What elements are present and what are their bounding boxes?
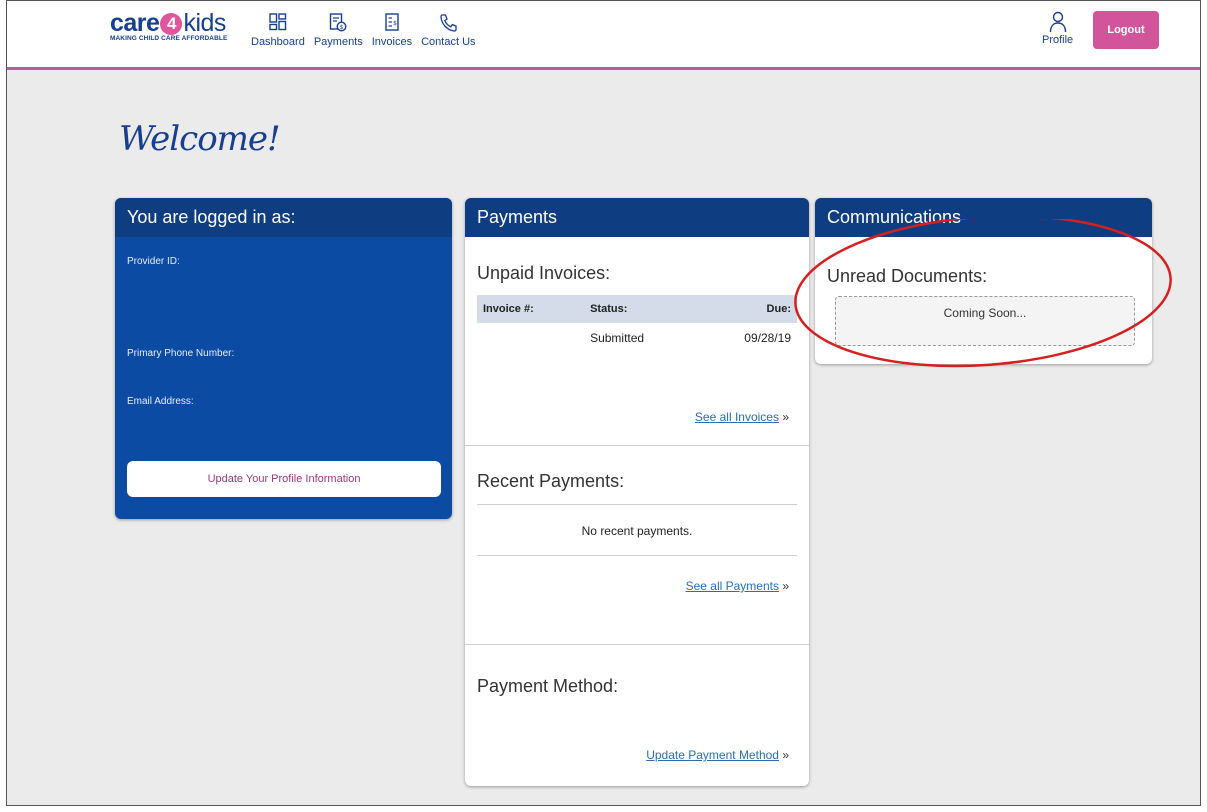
communications-card-title: Communications (815, 198, 1152, 237)
recent-divider-top (477, 504, 797, 505)
provider-id-label: Provider ID: (127, 256, 180, 267)
see-payments-row: See all Payments » (686, 579, 789, 593)
col-invoice-number: Invoice #: (477, 295, 585, 323)
unpaid-invoices-table: Invoice #: Status: Due: Submitted 09/28/… (477, 295, 797, 353)
email-label: Email Address: (127, 396, 194, 407)
payments-icon: $ (330, 13, 347, 32)
coming-soon-box: Coming Soon... (835, 296, 1135, 346)
update-profile-button[interactable]: Update Your Profile Information (127, 461, 441, 497)
logo-four-badge: 4 (160, 13, 183, 35)
col-due: Due: (696, 295, 797, 323)
svg-text:$: $ (340, 24, 344, 31)
invoices-icon: $ (385, 13, 399, 31)
payment-method-title: Payment Method: (477, 676, 619, 696)
section-divider (465, 445, 809, 446)
nav-invoices[interactable]: $ Invoices (372, 13, 412, 48)
logo-care: care (110, 9, 160, 37)
profile-label: Profile (1042, 34, 1074, 46)
main-nav: Dashboard $ Payments $ Invoices Contact … (251, 13, 485, 48)
recent-payments-title: Recent Payments: (477, 471, 625, 491)
account-card: You are logged in as: Provider ID: Prima… (115, 198, 452, 519)
unpaid-invoices-title: Unpaid Invoices: (477, 263, 611, 283)
see-all-invoices-link[interactable]: See all Invoices (695, 410, 779, 424)
see-all-payments-link[interactable]: See all Payments (686, 579, 779, 593)
payments-card-title: Payments (465, 198, 809, 237)
status-cell: Submitted (590, 331, 645, 345)
welcome-heading: Welcome! (119, 119, 281, 159)
update-method-arrow: » (782, 748, 789, 762)
nav-contact-label: Contact Us (421, 36, 476, 48)
due-cell: 09/28/19 (744, 331, 791, 345)
update-method-row: Update Payment Method » (646, 748, 789, 762)
col-status: Status: (584, 295, 697, 323)
invoice-number-cell (477, 323, 584, 353)
see-invoices-row: See all Invoices » (695, 410, 789, 424)
dashboard-icon (269, 13, 287, 31)
svg-text:$: $ (393, 20, 397, 27)
logout-button[interactable]: Logout (1093, 11, 1159, 49)
logo-tagline: MAKING CHILD CARE AFFORDABLE (110, 35, 228, 42)
logo-kids: kids (183, 9, 226, 37)
account-card-title: You are logged in as: (115, 198, 452, 237)
payments-card: Payments Unpaid Invoices: Invoice #: Sta… (465, 198, 809, 786)
account-card-body: Provider ID: Primary Phone Number: Email… (115, 237, 452, 519)
unread-documents-title: Unread Documents: (827, 266, 988, 286)
recent-divider-bottom (477, 555, 797, 556)
phone-icon (440, 14, 457, 32)
user-icon (1049, 11, 1066, 33)
phone-label: Primary Phone Number: (127, 348, 235, 359)
section-divider (465, 644, 809, 645)
nav-invoices-label: Invoices (371, 36, 413, 48)
see-invoices-arrow: » (782, 410, 789, 424)
nav-payments-label: Payments (313, 36, 363, 48)
top-header: care 4 kids MAKING CHILD CARE AFFORDABLE D… (7, 1, 1200, 70)
logo-wordmark: care 4 kids (110, 9, 227, 37)
table-row[interactable]: Submitted 09/28/19 (477, 323, 797, 353)
care4kids-logo[interactable]: care 4 kids MAKING CHILD CARE AFFORDABLE (110, 9, 227, 42)
profile-link[interactable]: Profile (1042, 11, 1073, 46)
nav-contact-us[interactable]: Contact Us (421, 13, 476, 48)
no-recent-payments-text: No recent payments. (581, 524, 693, 538)
communications-card: Communications Unread Documents: Coming … (815, 198, 1152, 364)
update-payment-method-link[interactable]: Update Payment Method (646, 748, 779, 762)
nav-payments[interactable]: $ Payments (314, 13, 363, 48)
nav-dashboard-label: Dashboard (251, 36, 305, 48)
nav-dashboard[interactable]: Dashboard (251, 13, 305, 48)
table-header-row: Invoice #: Status: Due: (477, 295, 797, 323)
browser-frame: care 4 kids MAKING CHILD CARE AFFORDABLE D… (6, 0, 1201, 806)
see-payments-arrow: » (782, 579, 789, 593)
